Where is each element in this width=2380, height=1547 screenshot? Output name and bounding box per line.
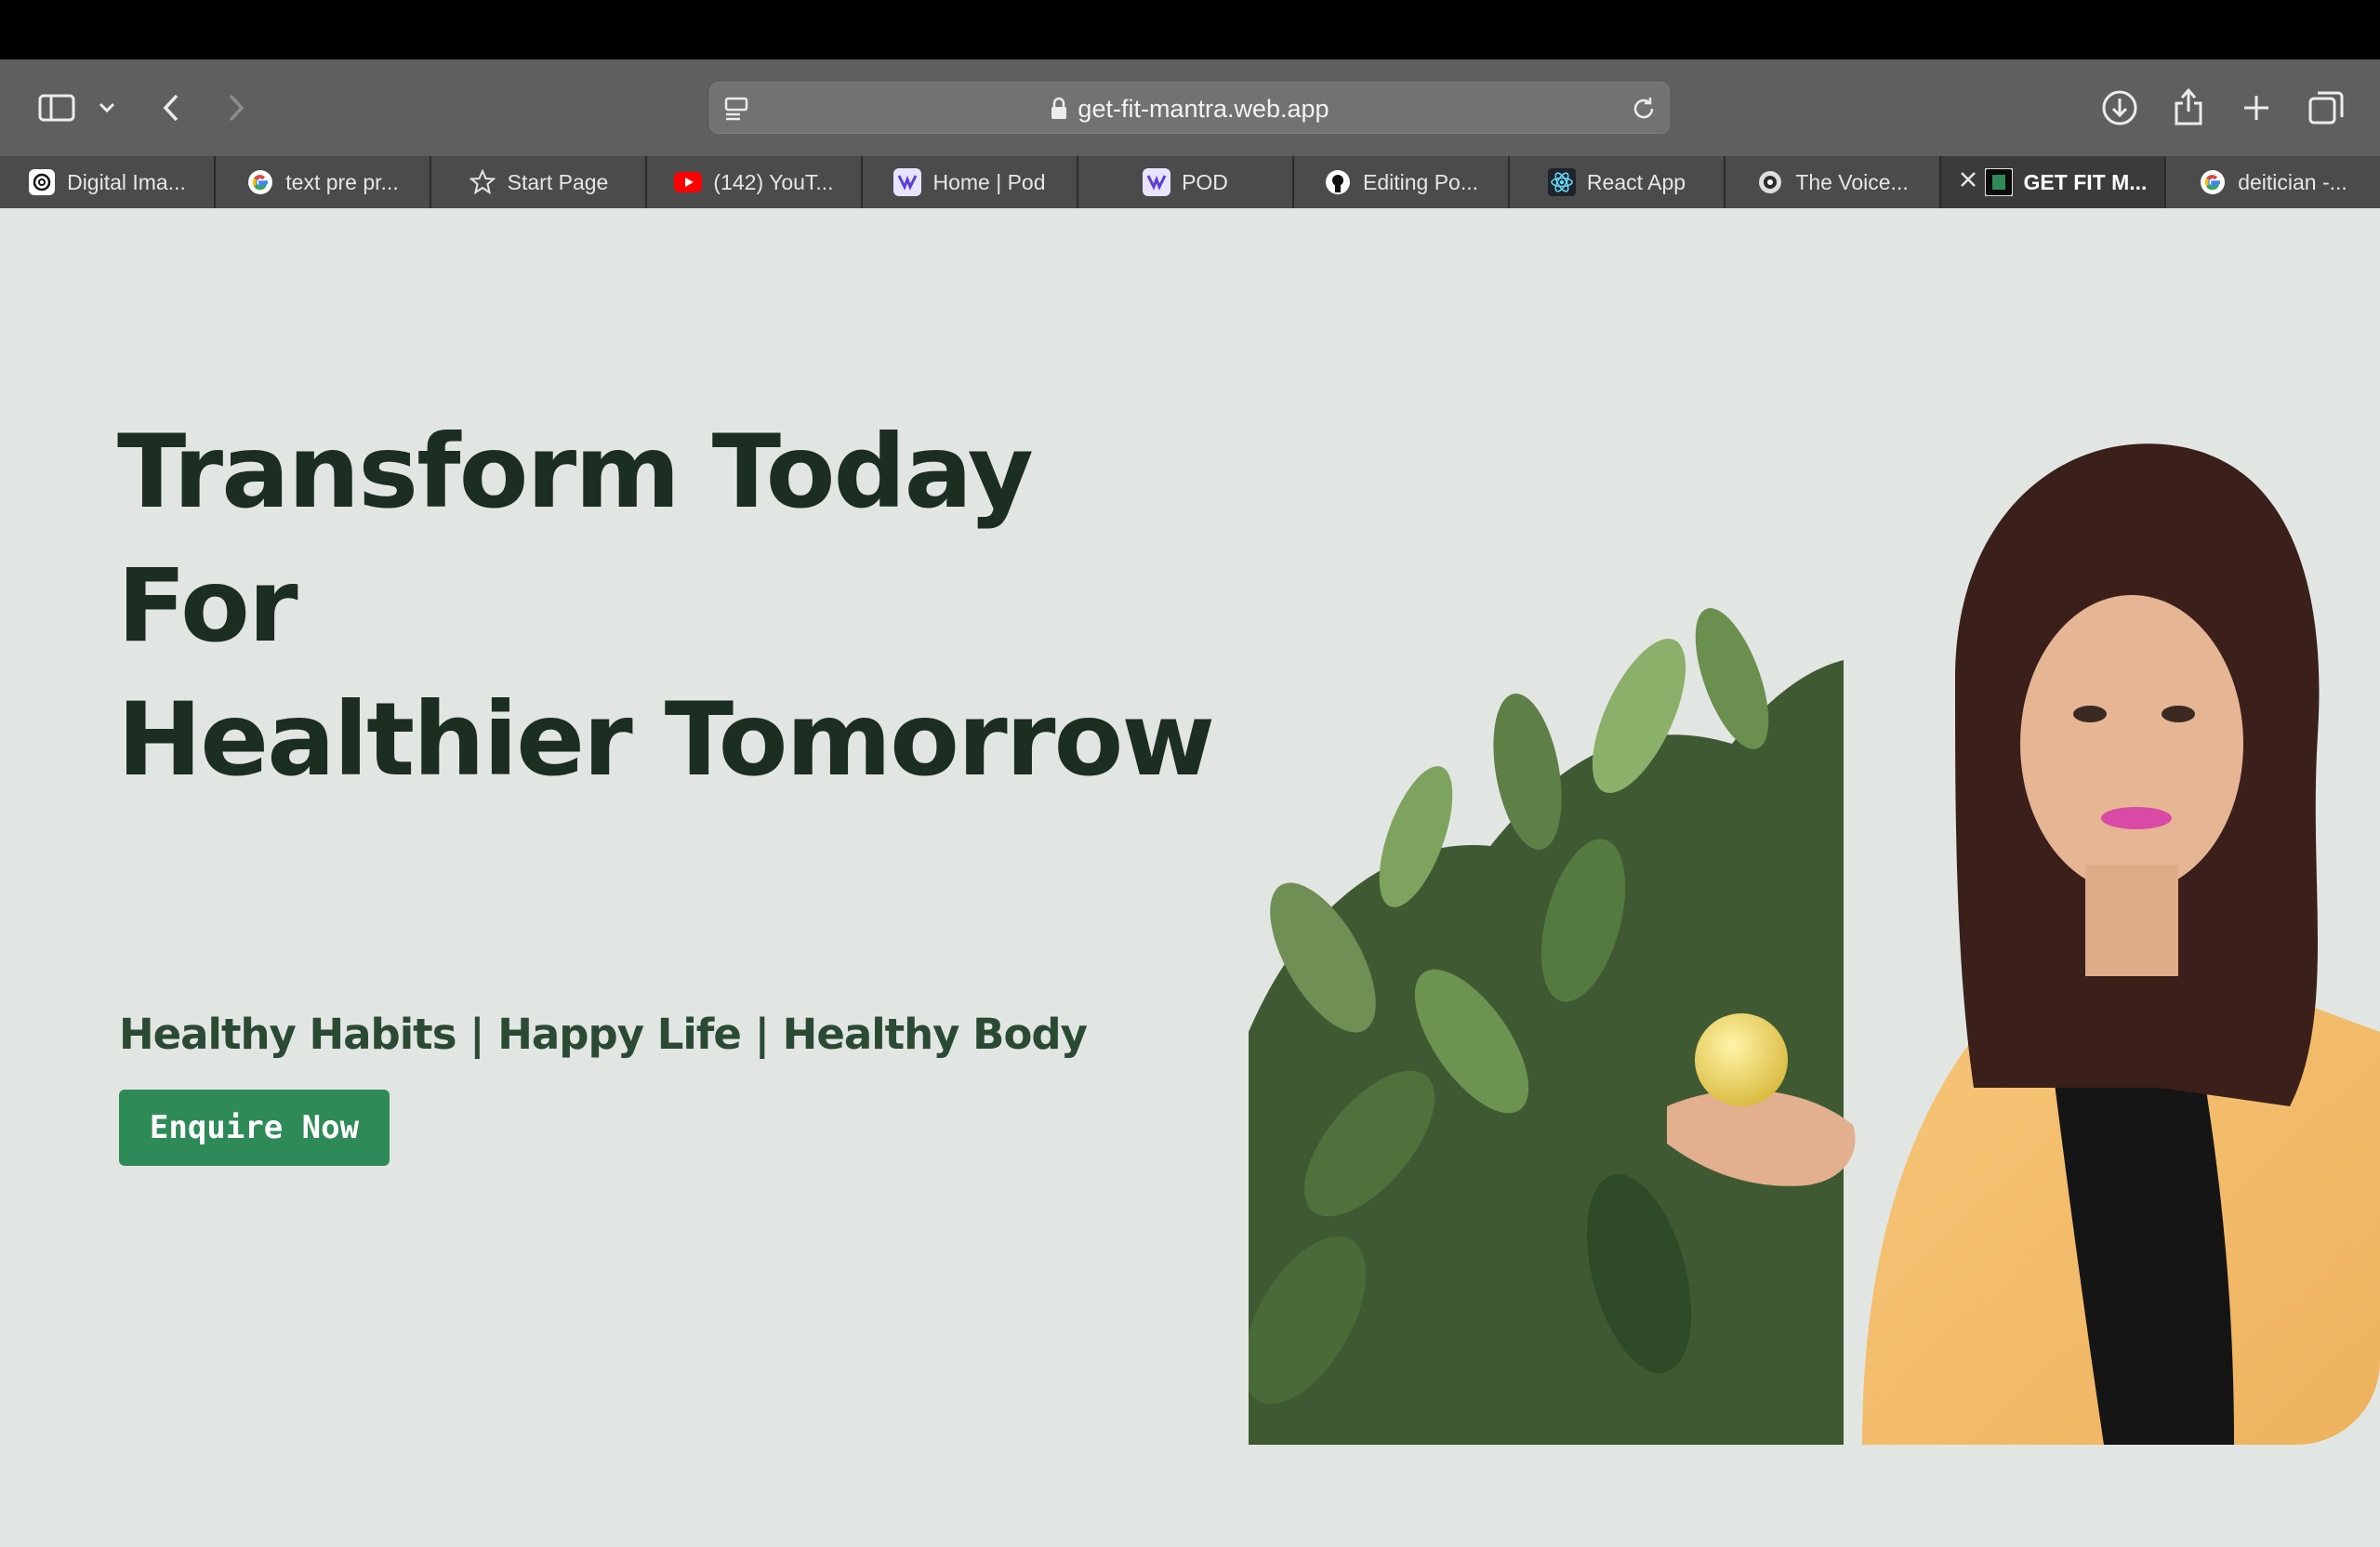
tab-start-page[interactable]: Start Page <box>431 156 647 208</box>
tab-group-dropdown[interactable] <box>93 94 121 122</box>
sidebar-icon <box>38 94 75 122</box>
tab-digital-image[interactable]: Digital Ima... <box>0 156 216 208</box>
pod-icon <box>1143 168 1171 196</box>
new-tab-button[interactable] <box>2236 87 2277 128</box>
voice-icon <box>1756 168 1784 196</box>
back-arrow-icon <box>163 94 178 122</box>
tab-text-pre[interactable]: text pre pr... <box>216 156 431 208</box>
tab-the-voice[interactable]: The Voice... <box>1726 156 1941 208</box>
forward-arrow-icon <box>229 94 245 122</box>
tab-label: GET FIT M... <box>2023 169 2148 194</box>
chevron-down-icon <box>99 102 115 113</box>
close-icon[interactable] <box>1958 169 1978 195</box>
download-icon <box>2102 90 2137 126</box>
address-bar[interactable]: get-fit-mantra.web.app <box>709 82 1670 134</box>
tab-pod[interactable]: POD <box>1078 156 1294 208</box>
lock-icon <box>1051 97 1067 119</box>
tab-bar: Digital Ima... text pre pr... Start Page… <box>0 156 2380 208</box>
url-text: get-fit-mantra.web.app <box>1078 95 1329 123</box>
google-icon <box>2199 168 2227 196</box>
tab-react-app[interactable]: React App <box>1510 156 1726 208</box>
tab-overview-icon <box>2308 91 2344 125</box>
hero-title-line-3: Healthier Tomorrow <box>117 681 1215 799</box>
tab-label: (142) YouT... <box>713 169 834 194</box>
tab-label: deitician -... <box>2238 169 2347 194</box>
share-icon <box>2175 87 2202 126</box>
tab-editing[interactable]: Editing Po... <box>1294 156 1510 208</box>
tab-get-fit[interactable]: GET FIT M... <box>1941 156 2166 208</box>
tab-label: Digital Ima... <box>67 169 186 194</box>
hero-subtitle: Healthy Habits | Happy Life | Healthy Bo… <box>119 1010 1088 1059</box>
openai-icon <box>28 168 56 196</box>
sidebar-toggle-button[interactable] <box>35 86 78 129</box>
reload-icon <box>1633 98 1654 119</box>
tab-label: text pre pr... <box>285 169 399 194</box>
getfit-icon <box>1984 168 2013 196</box>
star-icon <box>469 168 496 196</box>
hero-title-line-2: For <box>117 547 298 665</box>
back-button[interactable] <box>154 89 188 126</box>
tab-label: Editing Po... <box>1362 169 1479 194</box>
tab-deitician[interactable]: deitician -... <box>2166 156 2380 208</box>
github-icon <box>1324 168 1352 196</box>
forward-button[interactable] <box>219 89 253 126</box>
google-icon <box>246 168 274 196</box>
tab-youtube[interactable]: (142) YouT... <box>647 156 863 208</box>
tab-home-pod[interactable]: Home | Pod <box>863 156 1078 208</box>
tab-label: POD <box>1182 169 1228 194</box>
tab-label: Start Page <box>507 169 609 194</box>
hero-title-line-1: Transform Today <box>117 413 1034 531</box>
pod-icon <box>893 168 922 196</box>
url-display[interactable]: get-fit-mantra.web.app <box>710 83 1669 135</box>
plus-icon <box>2244 96 2268 120</box>
reload-button[interactable] <box>1630 95 1658 126</box>
hero-title: Transform Today For Healthier Tomorrow <box>117 405 1215 807</box>
tab-overview-button[interactable] <box>2306 87 2347 128</box>
enquire-now-button[interactable]: Enquire Now <box>119 1090 390 1166</box>
tab-label: The Voice... <box>1795 169 1909 194</box>
tab-label: React App <box>1586 169 1686 194</box>
menu-bar <box>0 0 2380 60</box>
hero-image <box>1249 437 2380 1445</box>
share-button[interactable] <box>2168 84 2209 128</box>
downloads-button[interactable] <box>2099 87 2140 128</box>
tab-label: Home | Pod <box>932 169 1046 194</box>
youtube-icon <box>674 168 703 196</box>
react-icon <box>1547 168 1576 196</box>
